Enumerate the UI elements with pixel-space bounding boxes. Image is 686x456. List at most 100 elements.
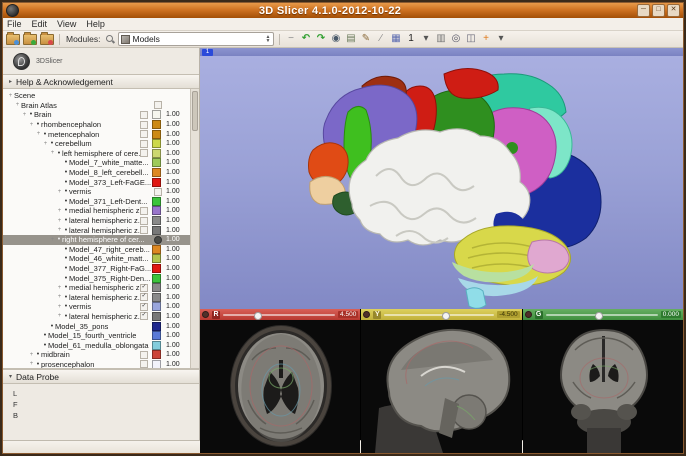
visibility-checkbox[interactable]: ✓ xyxy=(140,284,148,292)
data-probe-section[interactable]: ▾ Data Probe xyxy=(3,369,199,384)
visibility-eye-icon[interactable] xyxy=(154,236,162,244)
tree-expander-icon[interactable]: + xyxy=(28,352,35,358)
tree-expander-icon[interactable]: + xyxy=(56,218,63,224)
ruler-icon[interactable]: ∕ xyxy=(375,33,388,45)
tree-row[interactable]: •Model_375_Right-Den...1.00 xyxy=(3,273,191,283)
model-color-swatch[interactable] xyxy=(152,331,161,340)
tree-row[interactable]: +•lateral hemispheric z...1.00 xyxy=(3,216,191,226)
visibility-checkbox[interactable] xyxy=(154,101,162,109)
tree-scrollbar[interactable] xyxy=(190,89,199,368)
history-back-icon[interactable]: ↶ xyxy=(300,33,313,45)
model-color-swatch[interactable] xyxy=(152,168,161,177)
visibility-checkbox[interactable]: ✓ xyxy=(140,312,148,320)
tree-expander-icon[interactable]: + xyxy=(56,294,63,300)
model-color-swatch[interactable] xyxy=(152,216,161,225)
visibility-checkbox[interactable] xyxy=(140,351,148,359)
load-scene-icon[interactable] xyxy=(6,34,20,45)
layout-dropdown-icon[interactable]: ▾ xyxy=(420,33,433,45)
coronal-slice-viewport[interactable] xyxy=(523,320,683,453)
tree-row[interactable]: +•Brain1.00 xyxy=(3,110,191,120)
threed-view-tab[interactable]: 1 xyxy=(202,49,213,56)
yellow-slice-offset-slider[interactable] xyxy=(384,311,494,319)
tree-row[interactable]: +•rhombencephalon1.00 xyxy=(3,120,191,130)
model-color-swatch[interactable] xyxy=(152,245,161,254)
tree-expander-icon[interactable]: + xyxy=(49,150,56,156)
model-color-swatch[interactable] xyxy=(152,322,161,331)
visibility-checkbox[interactable] xyxy=(140,130,148,138)
visibility-checkbox[interactable] xyxy=(140,217,148,225)
yellow-slice-controller[interactable]: Y -4.500 xyxy=(361,309,521,320)
model-color-swatch[interactable] xyxy=(152,197,161,206)
tree-expander-icon[interactable]: + xyxy=(56,208,63,214)
tree-row[interactable]: •Model_371_Left-Dent...1.00 xyxy=(3,197,191,207)
layout-count[interactable]: 1 xyxy=(405,33,418,45)
model-color-swatch[interactable] xyxy=(152,149,161,158)
sagittal-slice-viewport[interactable] xyxy=(361,320,521,453)
red-slice-offset-value[interactable]: 4.500 xyxy=(338,311,358,318)
model-color-swatch[interactable] xyxy=(152,120,161,129)
tree-row[interactable]: •Model_377_Right-FaG...1.00 xyxy=(3,264,191,274)
model-color-swatch[interactable] xyxy=(152,158,161,167)
close-button[interactable]: ✕ xyxy=(667,4,680,17)
visibility-checkbox[interactable] xyxy=(140,149,148,157)
tree-expander-icon[interactable]: + xyxy=(28,122,35,128)
extensions-dropdown-icon[interactable]: ▾ xyxy=(495,33,508,45)
tree-expander-icon[interactable]: + xyxy=(56,189,63,195)
tree-row[interactable]: +•vermis1.00 xyxy=(3,187,191,197)
yellow-slice-offset-value[interactable]: -4.500 xyxy=(497,311,519,318)
green-slice-controller[interactable]: G 0.000 xyxy=(523,309,683,320)
tree-expander-icon[interactable]: + xyxy=(28,361,35,367)
tree-expander-icon[interactable]: + xyxy=(35,131,42,137)
tree-row[interactable]: •Model_46_white_matt...1.00 xyxy=(3,254,191,264)
visibility-checkbox[interactable] xyxy=(154,188,162,196)
tree-expander-icon[interactable]: + xyxy=(14,102,21,108)
module-spin-buttons[interactable]: ▲▼ xyxy=(266,35,271,43)
history-undo-icon[interactable]: − xyxy=(285,33,298,45)
red-slice-pane[interactable]: R 4.500 xyxy=(200,309,360,453)
brain-3d-model[interactable] xyxy=(200,56,683,309)
yellow-slice-pane[interactable]: Y -4.500 xyxy=(361,309,521,453)
tree-row[interactable]: •Model_373_Left-FaGE...1.00 xyxy=(3,177,191,187)
tree-expander-icon[interactable]: + xyxy=(56,227,63,233)
tree-row[interactable]: •Model_8_left_cerebell...1.00 xyxy=(3,168,191,178)
model-color-swatch[interactable] xyxy=(152,178,161,187)
tree-row[interactable]: +•left hemisphere of cere...1.00 xyxy=(3,149,191,159)
tree-row[interactable]: +•cerebellum1.00 xyxy=(3,139,191,149)
tree-row[interactable]: +•midbrain1.00 xyxy=(3,350,191,360)
threed-view[interactable]: 1 xyxy=(200,48,683,309)
visibility-checkbox[interactable] xyxy=(140,111,148,119)
scene-views-icon[interactable]: ▤ xyxy=(345,33,358,45)
model-color-swatch[interactable] xyxy=(152,293,161,302)
tree-expander-icon[interactable]: + xyxy=(56,304,63,310)
visibility-checkbox[interactable] xyxy=(140,207,148,215)
model-color-swatch[interactable] xyxy=(152,264,161,273)
pin-icon[interactable] xyxy=(363,311,370,318)
tree-expander-icon[interactable]: + xyxy=(42,141,49,147)
tree-row[interactable]: +•lateral hemispheric z...✓1.00 xyxy=(3,312,191,322)
maximize-button[interactable]: □ xyxy=(652,4,665,17)
slice-link-icon[interactable]: ◫ xyxy=(465,33,478,45)
tree-expander-icon[interactable]: + xyxy=(56,285,63,291)
load-data-icon[interactable] xyxy=(23,34,37,45)
model-color-swatch[interactable] xyxy=(152,226,161,235)
menu-edit[interactable]: Edit xyxy=(32,19,48,29)
tree-row[interactable]: +•medial hemispheric z...✓1.00 xyxy=(3,283,191,293)
crosshair-icon[interactable]: ◎ xyxy=(450,33,463,45)
tree-row[interactable]: •Model_47_right_cereb...1.00 xyxy=(3,245,191,255)
screenshot-icon[interactable]: ◉ xyxy=(330,33,343,45)
threed-view-controller-bar[interactable]: 1 xyxy=(200,48,683,56)
module-selector[interactable]: Models ▲▼ xyxy=(118,32,274,46)
tree-row[interactable]: +•metencephalon1.00 xyxy=(3,129,191,139)
visibility-checkbox[interactable] xyxy=(140,140,148,148)
model-color-swatch[interactable] xyxy=(152,312,161,321)
tree-row[interactable]: +•right hemisphere of cer...1.00 xyxy=(3,235,191,245)
tree-row[interactable]: •Model_15_fourth_ventricle1.00 xyxy=(3,331,191,341)
green-slice-pane[interactable]: G 0.000 xyxy=(523,309,683,453)
visibility-checkbox[interactable] xyxy=(140,121,148,129)
tree-expander-icon[interactable]: + xyxy=(7,93,14,99)
tree-row[interactable]: +Scene xyxy=(3,91,191,101)
tree-row[interactable]: +•medial hemispheric z...1.00 xyxy=(3,206,191,216)
tree-expander-icon[interactable]: + xyxy=(49,237,56,243)
model-color-swatch[interactable] xyxy=(152,360,161,369)
tree-expander-icon[interactable]: + xyxy=(56,313,63,319)
